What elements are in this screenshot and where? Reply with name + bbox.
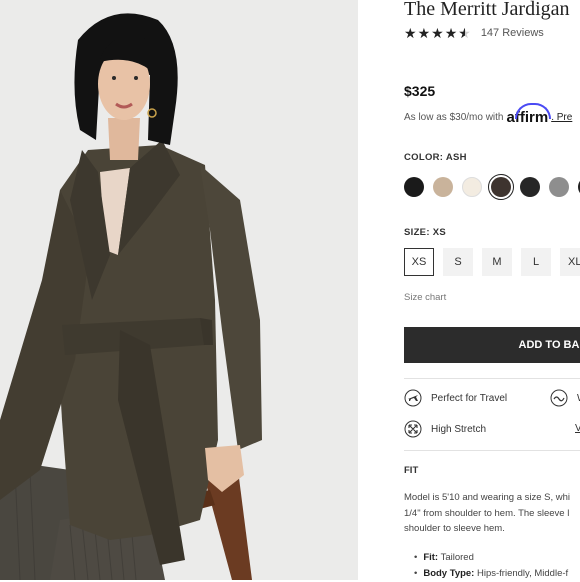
feature-stretch: High Stretch xyxy=(404,420,486,438)
swatch-charcoal[interactable] xyxy=(520,177,540,197)
swatch-camel[interactable] xyxy=(433,177,453,197)
price: $325 xyxy=(404,83,436,99)
swatch-ivory[interactable] xyxy=(462,177,482,197)
star-icon: ★ xyxy=(404,25,417,41)
size-s-button[interactable]: S xyxy=(443,248,473,276)
affirm-arc-icon xyxy=(514,103,551,119)
divider xyxy=(404,378,580,379)
swatch-ash[interactable] xyxy=(488,174,514,200)
bullet-value: Hips-friendly, Middle-f xyxy=(477,568,569,579)
star-icon: ★ xyxy=(431,25,444,41)
fit-line: shoulder to sleeve hem. xyxy=(404,523,505,534)
star-rating: ★ ★ ★ ★ ★ xyxy=(404,25,471,41)
feature-travel-label: Perfect for Travel xyxy=(431,392,508,404)
size-xs-button[interactable]: XS xyxy=(404,248,434,276)
fit-line: Model is 5'10 and wearing a size S, whi xyxy=(404,492,571,503)
star-icon: ★ xyxy=(444,25,458,41)
rating-row[interactable]: ★ ★ ★ ★ ★ 147 Reviews xyxy=(404,25,544,41)
bullet-fit: Fit: Tailored xyxy=(414,550,568,566)
feature-col2-a: W xyxy=(550,389,580,407)
size-label: SIZE: XS xyxy=(404,227,446,238)
size-m-button[interactable]: M xyxy=(482,248,512,276)
affirm-logo: affirm xyxy=(507,103,551,126)
bullet-key: Body Type: xyxy=(423,568,475,579)
divider xyxy=(404,450,580,451)
feature-stretch-label: High Stretch xyxy=(431,423,487,435)
swatch-black[interactable] xyxy=(404,177,424,197)
fit-line: 1/4" from shoulder to hem. The sleeve l xyxy=(404,507,570,519)
reviews-link[interactable]: 147 Reviews xyxy=(481,27,544,39)
feature-travel: Perfect for Travel xyxy=(404,389,507,407)
bullet-key: Fit: xyxy=(423,552,439,563)
add-to-bag-label: ADD TO BAG xyxy=(518,339,580,351)
feature-col2-b-label[interactable]: V xyxy=(575,423,580,434)
wrinkle-icon xyxy=(550,389,568,407)
size-l-button[interactable]: L xyxy=(521,248,551,276)
fit-heading: FIT xyxy=(404,465,419,476)
swatch-grey[interactable] xyxy=(549,177,569,197)
product-details-panel: The Merritt Jardigan ★ ★ ★ ★ ★ 147 Revie… xyxy=(404,0,580,580)
half-star-icon: ★ xyxy=(458,25,471,41)
add-to-bag-button[interactable]: ADD TO BAG xyxy=(404,327,580,363)
affirm-text: As low as $30/mo with xyxy=(404,112,504,123)
product-photo[interactable] xyxy=(0,0,358,580)
fit-description: Model is 5'10 and wearing a size S, whi … xyxy=(404,490,580,537)
product-title: The Merritt Jardigan xyxy=(404,0,570,20)
color-label: COLOR: ASH xyxy=(404,152,467,163)
bullet-value: Tailored xyxy=(440,552,474,563)
prequalify-link[interactable]: . Pre xyxy=(551,112,572,123)
plane-icon xyxy=(404,389,422,407)
size-chart-link[interactable]: Size chart xyxy=(404,292,446,303)
star-icon: ★ xyxy=(417,25,431,41)
size-xl-button[interactable]: XL xyxy=(560,248,580,276)
fit-bullets: Fit: Tailored Body Type: Hips-friendly, … xyxy=(414,550,568,582)
stretch-icon xyxy=(404,420,422,438)
affirm-financing: As low as $30/mo with affirm . Pre xyxy=(404,103,572,126)
feature-col2-b: V xyxy=(575,423,580,434)
